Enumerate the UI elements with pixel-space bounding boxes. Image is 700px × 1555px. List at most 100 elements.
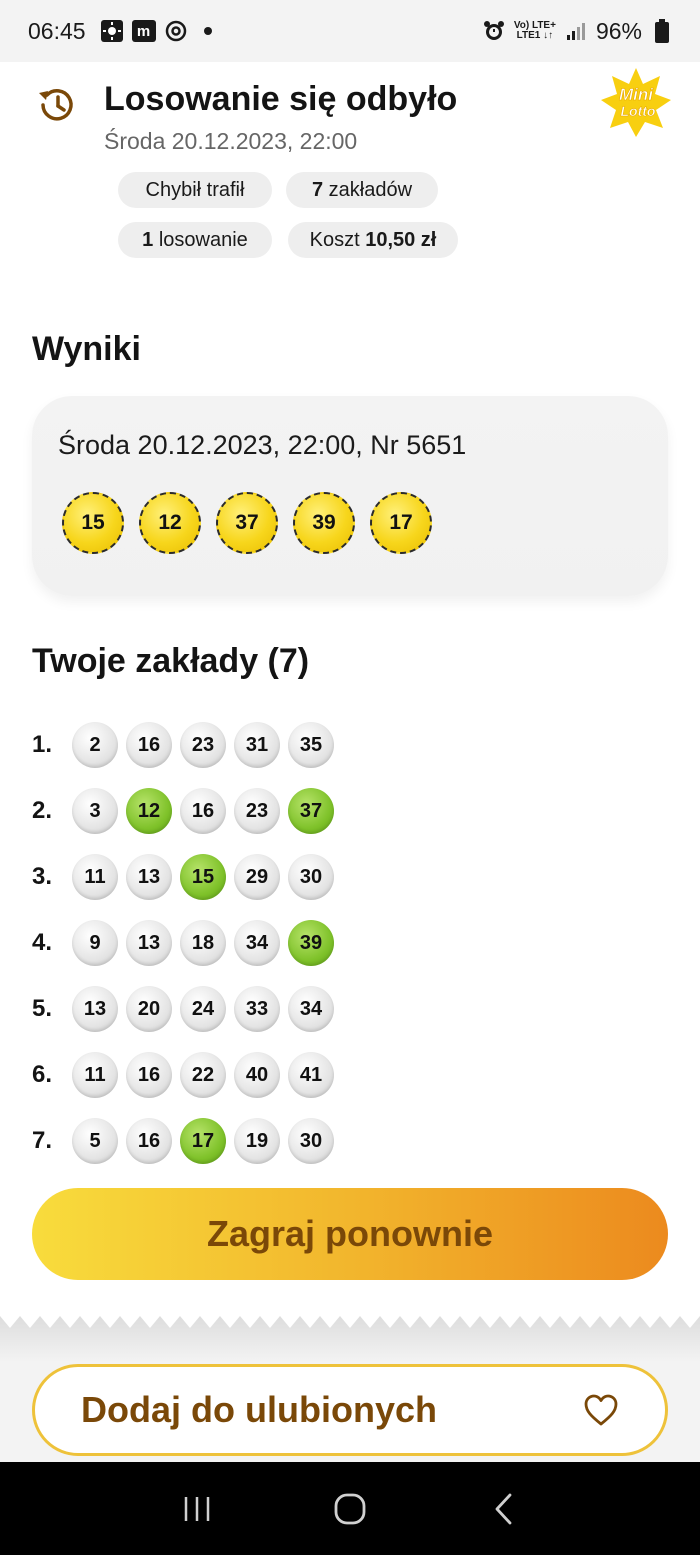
bet-number-ball: 34 <box>288 986 334 1032</box>
bet-number-ball: 24 <box>180 986 226 1032</box>
bet-number-ball: 41 <box>288 1052 334 1098</box>
bet-row: 2. 3 12 16 23 37 <box>32 786 334 836</box>
bet-row: 6. 11 16 22 40 41 <box>32 1050 334 1100</box>
bet-index: 2. <box>32 797 53 824</box>
bet-number-ball: 34 <box>234 920 280 966</box>
bet-number-ball: 13 <box>126 854 172 900</box>
bets-heading: Twoje zakłady (7) <box>32 642 310 680</box>
bet-number-ball: 5 <box>72 1118 118 1164</box>
home-icon[interactable] <box>330 1489 370 1529</box>
bet-numbers: 2 16 23 31 35 <box>72 722 334 768</box>
bet-index: 1. <box>32 731 53 758</box>
heart-icon <box>584 1394 618 1426</box>
bet-numbers: 9 13 18 34 39 <box>72 920 334 966</box>
sun-notification-icon <box>100 19 124 43</box>
draw-date: Środa 20.12.2023, 22:00 <box>104 128 358 154</box>
bet-number-ball: 29 <box>234 854 280 900</box>
drawn-number-ball: 12 <box>139 492 201 554</box>
chip-bet-type-label: Chybił trafił <box>145 178 245 201</box>
more-notifications-dot-icon <box>203 27 212 35</box>
bet-number-ball: 23 <box>180 722 226 768</box>
bet-row: 3. 11 13 15 29 30 <box>32 852 334 902</box>
bet-index: 6. <box>32 1061 53 1088</box>
history-icon <box>34 83 78 127</box>
draw-info: Środa 20.12.2023, 22:00, Nr 5651 <box>58 430 467 460</box>
chip-cost-label: Koszt <box>309 228 366 251</box>
chip-bets-count-label: zakładów <box>323 178 413 201</box>
bet-number-ball: 16 <box>180 788 226 834</box>
bet-number-ball: 11 <box>72 1052 118 1098</box>
bet-numbers: 5 16 17 19 30 <box>72 1118 334 1164</box>
bet-number-ball-hit: 17 <box>180 1118 226 1164</box>
chip-bets-count-value: 7 <box>311 178 324 201</box>
back-icon[interactable] <box>483 1489 523 1529</box>
chip-draws-count-label: losowanie <box>153 228 248 251</box>
chip-bet-type: Chybił trafił <box>118 172 272 208</box>
results-card: Środa 20.12.2023, 22:00, Nr 5651 15 12 37 3… <box>32 396 668 596</box>
chip-cost: Koszt 10,50 zł <box>288 222 458 258</box>
bet-number-ball-hit: 39 <box>288 920 334 966</box>
drawn-numbers: 15 12 37 39 17 <box>62 492 432 554</box>
bet-number-ball: 19 <box>234 1118 280 1164</box>
bet-number-ball: 16 <box>126 722 172 768</box>
bet-number-ball: 20 <box>126 986 172 1032</box>
chip-draws-count-value: 1 <box>142 228 154 251</box>
recent-apps-icon[interactable] <box>177 1489 217 1529</box>
play-again-button[interactable]: Zagraj ponownie <box>32 1188 668 1280</box>
signal-icon <box>564 19 588 43</box>
bet-number-ball: 3 <box>72 788 118 834</box>
battery-icon <box>650 19 674 43</box>
status-time: 06:45 <box>28 17 86 44</box>
alarm-icon <box>482 19 506 43</box>
bet-number-ball: 18 <box>180 920 226 966</box>
bet-number-ball: 16 <box>126 1052 172 1098</box>
bet-number-ball-hit: 12 <box>126 788 172 834</box>
bet-index: 3. <box>32 863 53 890</box>
results-heading: Wyniki <box>32 330 141 368</box>
bet-row: 1. 2 16 23 31 35 <box>32 720 334 770</box>
bet-index: 7. <box>32 1127 53 1154</box>
battery-level: 96% <box>595 17 642 44</box>
bet-number-ball: 13 <box>72 986 118 1032</box>
bet-number-ball: 2 <box>72 722 118 768</box>
bet-number-ball: 11 <box>72 854 118 900</box>
network-type-indicator: Vo) LTE+ LTE1 ↓↑ <box>514 21 556 41</box>
bet-number-ball: 40 <box>234 1052 280 1098</box>
bet-number-ball: 33 <box>234 986 280 1032</box>
bet-index: 4. <box>32 929 53 956</box>
bet-row: 5. 13 20 24 33 34 <box>32 984 334 1034</box>
bet-index: 5. <box>32 995 53 1022</box>
bet-row: 7. 5 16 17 19 30 <box>32 1116 334 1166</box>
drawn-number-ball: 17 <box>370 492 432 554</box>
ticket-zigzag-divider <box>0 1306 700 1362</box>
network-bottom-label: LTE1 ↓↑ <box>516 30 554 41</box>
chip-cost-value: 10,50 zł <box>365 228 437 251</box>
bet-number-ball: 31 <box>234 722 280 768</box>
status-bar: 06:45 m Vo) LTE+ LTE1 ↓↑ 96% <box>0 0 700 62</box>
logo-text-mini: Mini <box>619 85 654 104</box>
logo-text-lotto: Lotto <box>621 103 656 119</box>
bet-numbers: 3 12 16 23 37 <box>72 788 334 834</box>
sync-notification-icon <box>164 19 188 43</box>
bet-number-ball: 22 <box>180 1052 226 1098</box>
system-navigation-bar <box>0 1462 700 1555</box>
m-app-notification-icon: m <box>131 20 156 42</box>
bet-number-ball: 16 <box>126 1118 172 1164</box>
bet-numbers: 11 13 15 29 30 <box>72 854 334 900</box>
bet-number-ball: 30 <box>288 854 334 900</box>
bet-numbers: 13 20 24 33 34 <box>72 986 334 1032</box>
bet-row: 4. 9 13 18 34 39 <box>32 918 334 968</box>
bet-number-ball-hit: 15 <box>180 854 226 900</box>
drawn-number-ball: 39 <box>293 492 355 554</box>
chip-bets-count: 7 zakładów <box>286 172 438 208</box>
chip-draws-count: 1 losowanie <box>118 222 272 258</box>
bet-numbers: 11 16 22 40 41 <box>72 1052 334 1098</box>
bet-number-ball: 23 <box>234 788 280 834</box>
mini-lotto-logo: Mini Lotto <box>600 66 672 138</box>
add-to-favorites-label: Dodaj do ulubionych <box>81 1389 437 1430</box>
bet-number-ball: 35 <box>288 722 334 768</box>
add-to-favorites-button[interactable]: Dodaj do ulubionych <box>32 1364 668 1456</box>
bet-number-ball-hit: 37 <box>288 788 334 834</box>
drawn-number-ball: 37 <box>216 492 278 554</box>
page-title: Losowanie się odbyło <box>104 80 458 118</box>
